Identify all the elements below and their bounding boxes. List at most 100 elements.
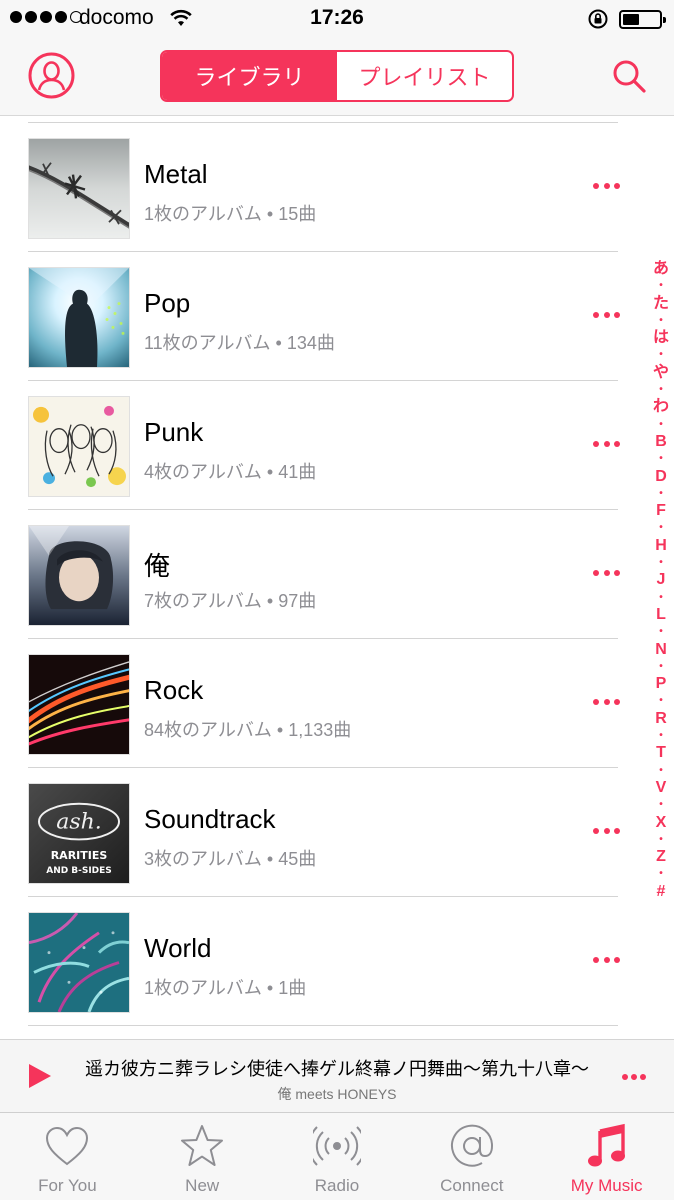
genre-subtitle: 7枚のアルバム • 97曲 [144,587,316,613]
genre-row-ore[interactable]: 俺 7枚のアルバム • 97曲 [0,510,674,639]
genre-subtitle: 1枚のアルバム • 15曲 [144,200,316,226]
genre-row-metal[interactable]: Metal 1枚のアルバム • 15曲 [0,123,674,252]
album-art-soundtrack: ash. RARITIES AND B-SIDES [28,783,130,884]
genre-title: Pop [144,288,191,318]
more-options-icon[interactable] [593,183,620,191]
at-icon [450,1124,493,1167]
genre-subtitle: 11枚のアルバム • 134曲 [144,329,335,355]
album-art-punk [28,396,130,497]
ash-line1-text: RARITIES [51,849,108,862]
separator-dot: • [275,333,282,353]
heart-icon [46,1126,89,1166]
genre-row-world[interactable]: World 1枚のアルバム • 1曲 [0,897,674,1026]
search-icon[interactable] [611,58,647,94]
song-count: 15曲 [278,204,317,224]
index-letter[interactable]: X [656,814,667,831]
index-separator: • [659,764,663,776]
genre-row-soundtrack[interactable]: ash. RARITIES AND B-SIDES Soundtrack 3枚の… [0,768,674,897]
index-letter[interactable]: L [656,606,666,623]
index-separator: • [659,626,663,638]
album-art-metal [28,138,130,239]
tab-label: For You [38,1176,97,1195]
index-letter[interactable]: V [656,779,667,796]
index-letter[interactable]: R [655,710,667,727]
now-playing-artist: 俺 meets HONEYS [277,1086,397,1102]
tab-for-you[interactable]: For You [0,1113,135,1200]
index-letter[interactable]: や [653,364,669,381]
tab-new[interactable]: New [135,1113,270,1200]
index-separator: • [659,591,663,603]
more-options-icon[interactable] [622,1074,646,1080]
index-letter[interactable]: わ [653,398,669,415]
separator-dot: • [266,978,274,998]
tab-label: Connect [440,1176,504,1195]
status-bar: docomo 17:26 [0,0,674,40]
genre-title: World [144,933,212,963]
album-art-world [28,912,130,1013]
separator-dot: • [266,591,274,611]
index-letter[interactable]: H [655,537,667,554]
radio-icon [312,1126,361,1166]
album-count: 7枚のアルバム [144,591,262,611]
battery-icon [619,10,666,29]
index-letter[interactable]: は [653,329,669,346]
ash-line2-text: AND B-SIDES [46,866,112,876]
index-separator: • [659,418,663,430]
index-separator: • [659,453,663,465]
genre-title: Punk [144,417,204,447]
genre-row-punk[interactable]: Punk 4枚のアルバム • 41曲 [0,381,674,510]
album-art-pop [28,267,130,368]
tab-label: My Music [570,1176,643,1195]
tab-connect[interactable]: Connect [404,1113,539,1200]
index-letter[interactable]: あ [653,260,669,277]
rotation-lock-icon [588,9,608,29]
more-options-icon[interactable] [593,828,620,836]
index-letter[interactable]: # [657,883,666,900]
genre-row-rock[interactable]: Rock 84枚のアルバム • 1,133曲 [0,639,674,768]
play-icon[interactable] [29,1064,51,1088]
index-letter[interactable]: Z [656,848,666,865]
music-note-icon [587,1123,625,1167]
profile-icon[interactable] [28,52,75,99]
index-letter[interactable]: N [655,641,667,658]
index-letter[interactable]: T [656,744,666,761]
tab-label: Radio [314,1176,360,1195]
index-letter[interactable]: J [657,571,666,588]
index-separator: • [659,695,663,707]
album-art-ore [28,525,130,626]
more-options-icon[interactable] [593,441,620,449]
tab-my-music[interactable]: My Music [539,1113,674,1200]
genre-subtitle: 84枚のアルバム • 1,133曲 [144,716,351,742]
index-letter[interactable]: た [653,295,669,312]
genre-subtitle: 3枚のアルバム • 45曲 [144,845,316,871]
song-count: 134曲 [286,333,335,353]
star-icon [181,1125,224,1166]
more-options-icon[interactable] [593,312,620,320]
index-separator: • [659,557,663,569]
genre-row-pop[interactable]: Pop 11枚のアルバム • 134曲 [0,252,674,381]
genre-title: Rock [144,675,204,705]
more-options-icon[interactable] [593,570,620,578]
mini-player[interactable]: 遥カ彼方ニ葬ラレシ使徒へ捧ゲル終幕ノ円舞曲〜第九十八章〜 俺 meets HON… [0,1039,674,1114]
index-letter[interactable]: B [655,433,667,450]
genre-title: 俺 [144,551,171,581]
section-index[interactable]: あ • た • は • や • わ • B • D • F • H • J • L • N • P • R • T • V • X • Z • # [648,260,674,900]
tab-radio[interactable]: Radio [270,1113,405,1200]
segment-library[interactable]: ライブラリ [162,52,337,100]
index-letter[interactable]: P [656,675,667,692]
separator-dot: • [266,204,274,224]
index-separator: • [659,314,663,326]
tab-label: New [185,1176,220,1195]
library-playlist-control: ライブラリ プレイリスト [160,50,514,102]
index-separator: • [659,349,663,361]
separator-dot: • [266,849,274,869]
more-options-icon[interactable] [593,699,620,707]
index-separator: • [659,833,663,845]
genre-title: Soundtrack [144,804,276,834]
segment-playlist[interactable]: プレイリスト [337,52,512,100]
index-letter[interactable]: F [656,502,666,519]
more-options-icon[interactable] [593,957,620,965]
index-letter[interactable]: D [655,468,667,485]
index-separator: • [659,384,663,396]
album-count: 1枚のアルバム [144,978,262,998]
